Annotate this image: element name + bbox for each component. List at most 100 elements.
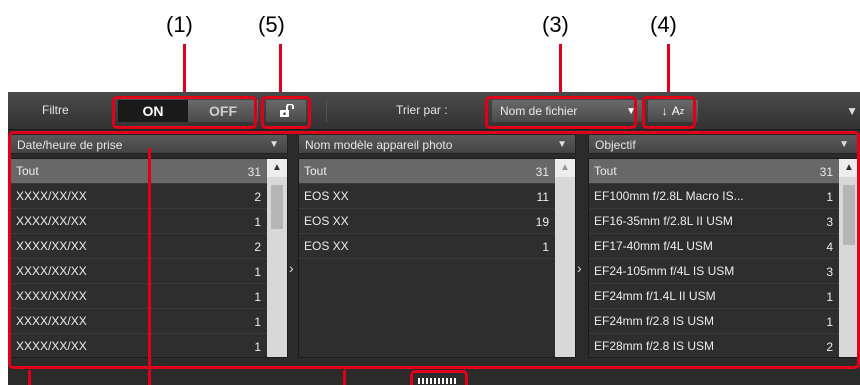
leader-2b: [148, 148, 151, 385]
item-count: 1: [826, 315, 833, 329]
item-label: EF17-40mm f/4L USM: [594, 239, 713, 253]
callout-1: (1): [166, 12, 193, 37]
item-count: 31: [819, 165, 833, 179]
sort-order-button[interactable]: ↓ Az: [648, 100, 698, 122]
list-item[interactable]: Tout 31: [299, 159, 555, 184]
scrollbar[interactable]: ▲: [555, 159, 575, 357]
list-item[interactable]: EF28mm f/2.8 IS USM 2: [589, 334, 839, 357]
camera-list: Tout 31 EOS XX 11 EOS XX 19 EOS XX 1 ▲: [298, 158, 576, 358]
item-label: EF24-105mm f/4L IS USM: [594, 264, 735, 278]
item-count: 1: [542, 240, 549, 254]
list-item[interactable]: EOS XX 19: [299, 209, 555, 234]
list-item[interactable]: Tout 31: [11, 159, 267, 184]
item-label: EF24mm f/1.4L II USM: [594, 289, 716, 303]
column-header-camera-label: Nom modèle appareil photo: [305, 138, 453, 152]
item-label: EF24mm f/2.8 IS USM: [594, 314, 715, 328]
toolbar-menu-arrow-icon[interactable]: ▼: [846, 104, 858, 118]
item-label: EF100mm f/2.8L Macro IS...: [594, 189, 744, 203]
item-label: XXXX/XX/XX: [16, 214, 87, 228]
list-item[interactable]: EF24-105mm f/4L IS USM 3: [589, 259, 839, 284]
list-item[interactable]: EOS XX 1: [299, 234, 555, 259]
sort-value: Nom de fichier: [500, 104, 578, 118]
list-item[interactable]: Tout 31: [589, 159, 839, 184]
callout-4: (4): [650, 12, 677, 37]
chevron-right-icon: ›: [577, 260, 582, 276]
item-label: Tout: [16, 164, 39, 178]
resize-handle[interactable]: [418, 378, 458, 384]
dropdown-arrow-icon: ▼: [626, 106, 636, 117]
item-count: 31: [247, 165, 261, 179]
leader-5: [279, 44, 282, 98]
list-item[interactable]: EF17-40mm f/4L USM 4: [589, 234, 839, 259]
item-label: Tout: [594, 164, 617, 178]
sort-order-sub: z: [679, 106, 685, 116]
list-item[interactable]: EF16-35mm f/2.8L II USM 3: [589, 209, 839, 234]
item-count: 3: [826, 265, 833, 279]
dropdown-arrow-icon: ▼: [557, 139, 567, 150]
item-label: EF16-35mm f/2.8L II USM: [594, 214, 733, 228]
list-item[interactable]: XXXX/XX/XX 1: [11, 309, 267, 334]
column-header-lens[interactable]: Objectif ▼: [588, 134, 858, 154]
list-item[interactable]: EF24mm f/2.8 IS USM 1: [589, 309, 839, 334]
item-label: XXXX/XX/XX: [16, 289, 87, 303]
list-item[interactable]: XXXX/XX/XX 1: [11, 209, 267, 234]
unlock-icon: [280, 104, 294, 117]
column-header-camera[interactable]: Nom modèle appareil photo ▼: [298, 134, 576, 154]
item-count: 19: [535, 215, 549, 229]
list-item[interactable]: EOS XX 11: [299, 184, 555, 209]
list-item[interactable]: EF24mm f/1.4L II USM 1: [589, 284, 839, 309]
leader-1: [183, 44, 186, 98]
scrollbar[interactable]: ▲: [839, 159, 857, 357]
item-label: XXXX/XX/XX: [16, 239, 87, 253]
filter-off-button[interactable]: OFF: [188, 100, 258, 122]
sort-select[interactable]: Nom de fichier ▼: [492, 100, 642, 122]
filter-column-lens: Objectif ▼ Tout 31 EF100mm f/2.8L Macro I…: [588, 134, 858, 358]
callout-5: (5): [258, 12, 285, 37]
item-label: XXXX/XX/XX: [16, 189, 87, 203]
item-count: 11: [536, 190, 549, 204]
filter-column-camera: Nom modèle appareil photo ▼ Tout 31 EOS X…: [298, 134, 576, 358]
scrollbar[interactable]: ▲: [267, 159, 287, 357]
list-item[interactable]: XXXX/XX/XX 1: [11, 259, 267, 284]
item-label: XXXX/XX/XX: [16, 264, 87, 278]
column-header-lens-label: Objectif: [595, 138, 636, 152]
list-item[interactable]: XXXX/XX/XX 1: [11, 284, 267, 309]
leader-3: [559, 44, 562, 98]
item-label: EOS XX: [304, 214, 349, 228]
item-label: XXXX/XX/XX: [16, 339, 87, 353]
list-item[interactable]: XXXX/XX/XX 2: [11, 184, 267, 209]
item-count: 31: [535, 165, 549, 179]
item-count: 2: [254, 190, 261, 204]
column-header-date-label: Date/heure de prise: [17, 138, 123, 152]
chevron-right-icon: ›: [289, 260, 294, 276]
sort-order-label: A: [671, 104, 680, 118]
item-count: 1: [254, 215, 261, 229]
item-label: EOS XX: [304, 189, 349, 203]
item-count: 3: [826, 215, 833, 229]
scroll-up-icon[interactable]: ▲: [555, 159, 575, 177]
dropdown-arrow-icon: ▼: [839, 139, 849, 150]
callout-3: (3): [542, 12, 569, 37]
leader-2c: [343, 370, 346, 385]
filter-on-button[interactable]: ON: [118, 100, 188, 122]
item-count: 1: [826, 290, 833, 304]
filter-panel: Filtre ON OFF Trier par : Nom de fichier…: [8, 92, 860, 385]
list-item[interactable]: XXXX/XX/XX 2: [11, 234, 267, 259]
list-item[interactable]: XXXX/XX/XX 1: [11, 334, 267, 357]
lens-list: Tout 31 EF100mm f/2.8L Macro IS... 1 EF16-…: [588, 158, 858, 358]
dropdown-arrow-icon: ▼: [269, 139, 279, 150]
item-label: EOS XX: [304, 239, 349, 253]
item-count: 4: [826, 240, 833, 254]
item-count: 1: [826, 190, 833, 204]
lock-button[interactable]: [266, 100, 306, 122]
item-label: XXXX/XX/XX: [16, 314, 87, 328]
arrow-down-icon: ↓: [661, 104, 668, 118]
scroll-thumb[interactable]: [843, 185, 855, 245]
scroll-up-icon[interactable]: ▲: [839, 159, 857, 177]
item-count: 2: [826, 340, 833, 354]
scroll-up-icon[interactable]: ▲: [267, 159, 287, 177]
filter-toggle[interactable]: ON OFF: [118, 100, 258, 122]
scroll-thumb[interactable]: [271, 185, 283, 229]
list-item[interactable]: EF100mm f/2.8L Macro IS... 1: [589, 184, 839, 209]
filter-label: Filtre: [42, 103, 69, 117]
